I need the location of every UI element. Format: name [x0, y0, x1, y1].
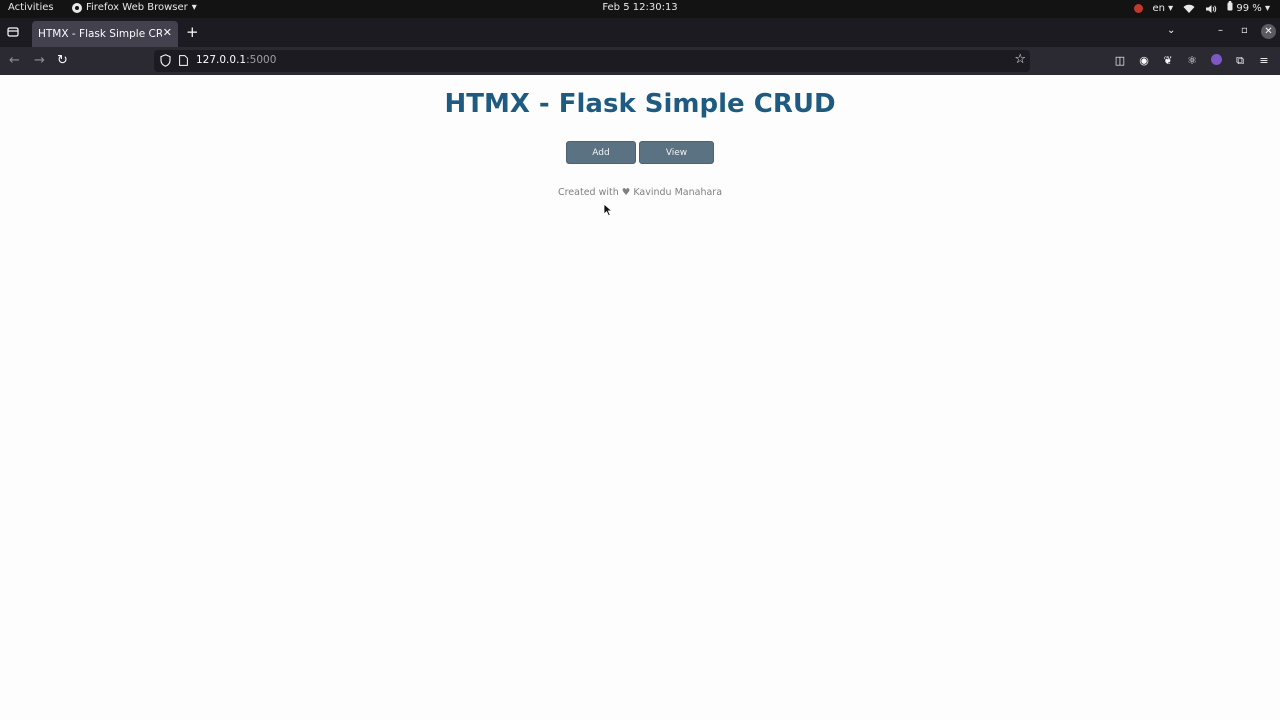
heart-icon: ♥	[621, 187, 631, 198]
page-content: HTMX - Flask Simple CRUD Add View Create…	[0, 75, 1280, 720]
action-buttons: Add View	[566, 141, 714, 164]
bookmark-star-icon[interactable]: ☆	[1014, 53, 1026, 67]
shield-icon[interactable]	[160, 54, 171, 67]
forward-arrow-icon[interactable]: →	[34, 53, 45, 69]
plus-icon[interactable]: +	[186, 23, 199, 41]
back-arrow-icon[interactable]: ←	[9, 53, 20, 69]
extension-react-icon[interactable]: ⚛	[1185, 54, 1199, 68]
volume-icon	[1206, 4, 1217, 13]
caret-down-icon: ▾	[191, 2, 197, 13]
language-label: en	[1152, 2, 1166, 14]
page-title: HTMX - Flask Simple CRUD	[444, 89, 836, 119]
close-icon[interactable]: ✕	[163, 27, 172, 39]
url-port: :5000	[246, 54, 277, 66]
battery-percent: 99 %	[1236, 3, 1262, 14]
battery-icon	[1227, 1, 1233, 11]
chevron-down-icon[interactable]: ⌄	[1167, 25, 1175, 36]
url-bar[interactable]: 127.0.0.1:5000 ☆	[154, 50, 1030, 72]
hamburger-menu-icon[interactable]: ≡	[1257, 54, 1271, 68]
view-button[interactable]: View	[639, 141, 714, 164]
firefox-icon	[72, 2, 82, 13]
credit-prefix: Created with	[557, 187, 619, 198]
extension-feather-icon[interactable]: ❦	[1161, 54, 1175, 68]
tab-active[interactable]: HTMX - Flask Simple CRUD ✕	[32, 21, 178, 47]
minimize-icon[interactable]: –	[1218, 24, 1223, 38]
credit-author: Kavindu Manahara	[633, 187, 723, 198]
account-icon[interactable]: ◉	[1137, 54, 1151, 68]
credit-footer: Created with ♥ Kavindu Manahara	[0, 187, 1280, 198]
navigation-toolbar: ← → ↻ 127.0.0.1:5000 ☆ ◫ ◉ ❦ ⚛ ⧉ ≡	[0, 47, 1280, 75]
language-indicator[interactable]: en ▾	[1153, 2, 1174, 16]
restore-icon[interactable]: ▫	[1241, 24, 1248, 38]
reload-icon[interactable]: ↻	[57, 53, 68, 69]
app-menu-label: Firefox Web Browser	[86, 2, 188, 13]
add-button[interactable]: Add	[566, 141, 636, 164]
system-top-bar: Activities Firefox Web Browser ▾ Feb 5 1…	[0, 0, 1280, 18]
extension-purple-icon[interactable]	[1209, 54, 1223, 69]
firefox-view-icon[interactable]	[6, 25, 20, 39]
wifi-icon	[1183, 4, 1195, 13]
extensions-puzzle-icon[interactable]: ⧉	[1233, 54, 1247, 68]
pocket-icon[interactable]: ◫	[1113, 54, 1127, 68]
url-host: 127.0.0.1	[196, 54, 247, 66]
tab-title: HTMX - Flask Simple CRUD	[38, 28, 162, 40]
battery-indicator[interactable]: 99 % ▾	[1227, 1, 1270, 16]
app-menu[interactable]: Firefox Web Browser ▾	[72, 2, 197, 13]
url-text[interactable]: 127.0.0.1:5000	[196, 54, 276, 66]
activities-button[interactable]: Activities	[8, 2, 54, 13]
system-tray[interactable]: en ▾ 99 % ▾	[1133, 1, 1270, 16]
tab-strip: HTMX - Flask Simple CRUD ✕ + ⌄ – ▫ ✕	[0, 18, 1280, 47]
window-close-icon[interactable]: ✕	[1261, 24, 1276, 39]
mouse-pointer-icon	[603, 203, 613, 217]
recording-indicator-icon	[1133, 4, 1143, 13]
page-icon[interactable]	[179, 55, 188, 66]
